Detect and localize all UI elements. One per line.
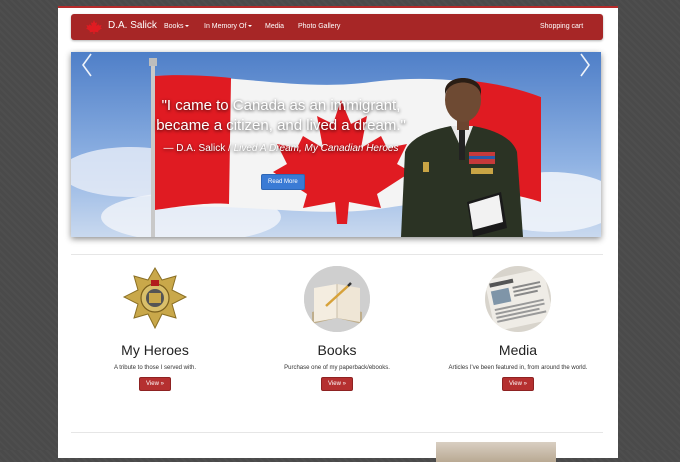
badge-icon [122, 266, 188, 332]
newspaper-icon [485, 266, 551, 332]
maple-leaf-icon[interactable] [86, 20, 102, 34]
brand-link[interactable]: D.A. Salick [108, 20, 157, 31]
feature-books: Books Purchase one of my paperback/ebook… [252, 266, 422, 391]
feature-title: My Heroes [121, 342, 189, 358]
feature-description: A tribute to those I served with. [113, 365, 197, 371]
view-media-button[interactable]: View » [502, 377, 534, 391]
divider [71, 254, 603, 255]
hero-quote: "I came to Canada as an immigrant, becam… [131, 96, 431, 136]
feature-my-heroes: My Heroes A tribute to those I served wi… [70, 266, 240, 391]
nav-shopping-cart[interactable]: Shopping cart [540, 23, 583, 30]
nav-in-memory-of[interactable]: In Memory Of [204, 23, 253, 30]
hero-attribution-titles: Lived A Dream, My Canadian Heroes [233, 143, 399, 154]
feature-description: Purchase one of my paperback/ebooks. [284, 365, 390, 371]
view-books-button[interactable]: View » [321, 377, 353, 391]
divider [71, 432, 603, 433]
feature-description: Articles I've been featured in, from aro… [448, 365, 588, 371]
nav-in-memory-of-label: In Memory Of [204, 23, 247, 30]
caret-down-icon [248, 25, 253, 27]
nav-books[interactable]: Books [164, 23, 190, 30]
feature-media: Media Articles I've been featured in, fr… [433, 266, 603, 391]
hero-attribution-author: — D.A. Salick / [163, 143, 231, 154]
hero-carousel: "I came to Canada as an immigrant, becam… [71, 52, 601, 237]
bottom-image [436, 442, 556, 462]
chevron-right-icon[interactable] [577, 52, 593, 78]
hero-attribution: — D.A. Salick / Lived A Dream, My Canadi… [131, 143, 431, 154]
view-my-heroes-button[interactable]: View » [139, 377, 171, 391]
nav-books-label: Books [164, 23, 184, 30]
nav-media[interactable]: Media [265, 23, 284, 30]
hero-quote-line2: became a citizen, and lived a dream." [156, 117, 406, 134]
caret-down-icon [185, 25, 190, 27]
notebook-icon [304, 266, 370, 332]
navbar: D.A. Salick Books In Memory Of Media Pho… [71, 14, 603, 40]
feature-title: Books [317, 342, 357, 358]
hero-quote-line1: "I came to Canada as an immigrant, [161, 97, 401, 114]
page-container: D.A. Salick Books In Memory Of Media Pho… [58, 6, 618, 462]
read-more-button[interactable]: Read More [261, 174, 305, 190]
feature-title: Media [498, 342, 538, 358]
chevron-left-icon[interactable] [79, 52, 95, 78]
nav-photo-gallery[interactable]: Photo Gallery [298, 23, 340, 30]
